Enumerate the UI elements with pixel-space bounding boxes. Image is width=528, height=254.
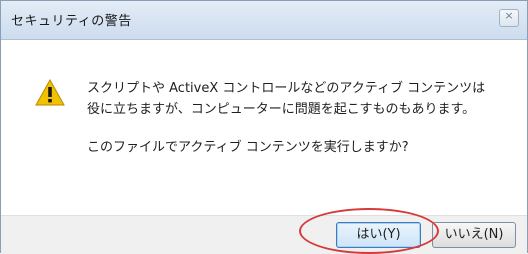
warning-icon	[35, 79, 65, 106]
close-icon: ×	[504, 9, 514, 22]
confirmation-question: このファイルでアクティブ コンテンツを実行しますか?	[87, 140, 409, 155]
dialog-title: セキュリティの警告	[11, 14, 132, 29]
message-line-1: スクリプトや ActiveX コントロールなどのアクティブ コンテンツは	[87, 81, 486, 96]
no-button[interactable]: いいえ(N)	[432, 222, 516, 248]
yes-button[interactable]: はい(Y)	[336, 222, 421, 248]
dialog-content: スクリプトや ActiveX コントロールなどのアクティブ コンテンツは 役に立…	[1, 40, 527, 215]
close-button[interactable]: ×	[499, 9, 519, 27]
message-line-2: 役に立ちますが、コンピューターに問題を起こすものもあります。	[87, 102, 476, 117]
warning-message: スクリプトや ActiveX コントロールなどのアクティブ コンテンツは 役に立…	[87, 78, 485, 120]
button-bar: はい(Y) いいえ(N)	[1, 215, 527, 254]
security-warning-dialog: セキュリティの警告 × スクリプトや ActiveX コントロールなどのアクティ…	[0, 0, 528, 254]
title-bar: セキュリティの警告 ×	[1, 1, 527, 40]
